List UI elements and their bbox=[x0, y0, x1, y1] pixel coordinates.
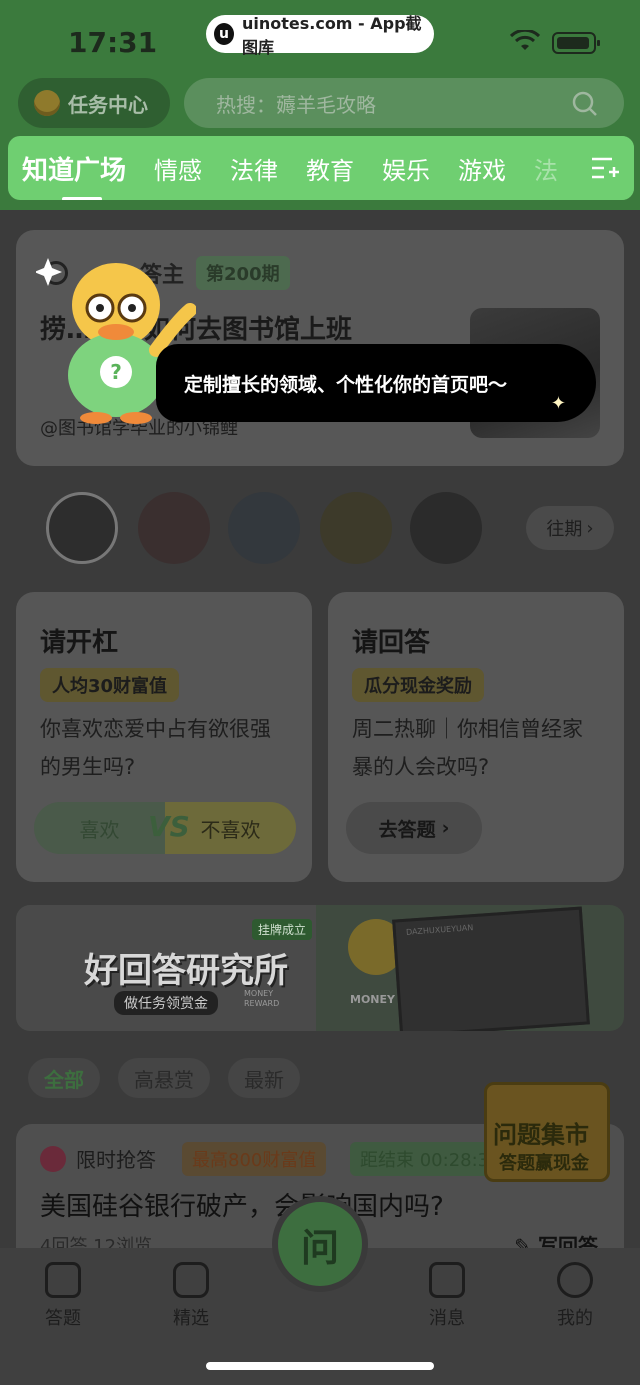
flash-icon bbox=[40, 1145, 66, 1172]
answerer-avatars: 往期 › bbox=[0, 492, 640, 568]
search-placeholder: 热搜：薅羊毛攻略 bbox=[216, 92, 376, 117]
flash-label: 限时抢答 bbox=[76, 1148, 156, 1172]
watermark-logo-icon: u bbox=[214, 23, 234, 45]
answer-question: 周二热聊｜你相信曾经家暴的人会改吗? bbox=[352, 717, 583, 779]
avatar[interactable] bbox=[320, 492, 392, 564]
banner-lab-label: DAZHUXUEYUAN bbox=[405, 923, 474, 937]
countdown-badge: 距结束 00:28:3 bbox=[350, 1142, 500, 1176]
edit-icon bbox=[45, 1262, 81, 1298]
message-icon bbox=[429, 1262, 465, 1298]
coin-icon bbox=[34, 90, 60, 116]
feed-filters: 全部 高悬赏 最新 bbox=[28, 1058, 300, 1098]
avatar[interactable] bbox=[46, 492, 118, 564]
status-bar: 17:31 u uinotes.com - App截图库 bbox=[0, 0, 640, 80]
answer-title: 请回答 bbox=[352, 628, 431, 658]
tab-manage-icon[interactable] bbox=[576, 136, 634, 200]
nav-profile-label: 我的 bbox=[557, 1308, 593, 1329]
banner-money-reward: MONEY REWARD bbox=[244, 989, 280, 1008]
avatar[interactable] bbox=[228, 492, 300, 564]
tab-next[interactable]: 法 bbox=[534, 151, 558, 186]
question-title: 美国硅谷银行破产，会影响国内吗? bbox=[40, 1192, 444, 1222]
debate-card[interactable]: 请开杠 人均30财富值 你喜欢恋爱中占有欲很强的男生吗? 喜欢 不喜欢 VS bbox=[16, 592, 312, 882]
research-banner[interactable]: 挂牌成立 好回答研究所 做任务领赏金 MONEY REWARD DAZHUXUE… bbox=[16, 905, 624, 1031]
filter-high-reward[interactable]: 高悬赏 bbox=[118, 1058, 210, 1098]
tab-game[interactable]: 游戏 bbox=[458, 151, 506, 186]
market-title: 问题集市 bbox=[493, 1121, 589, 1149]
debate-question: 你喜欢恋爱中占有欲很强的男生吗? bbox=[40, 717, 271, 779]
filter-latest[interactable]: 最新 bbox=[228, 1058, 300, 1098]
chevron-right-icon: › bbox=[441, 817, 450, 839]
tab-law[interactable]: 法律 bbox=[230, 151, 278, 186]
nav-answer-label: 答题 bbox=[45, 1308, 81, 1329]
list-add-icon bbox=[592, 157, 619, 179]
go-answer-button[interactable]: 去答题 › bbox=[346, 802, 482, 854]
question-market-badge[interactable]: 问题集市 答题赢现金 bbox=[484, 1082, 610, 1182]
answer-badge: 瓜分现金奖励 bbox=[352, 668, 484, 702]
go-answer-label: 去答题 bbox=[378, 818, 436, 841]
issue-badge: 第200期 bbox=[196, 256, 290, 290]
task-center-label: 任务中心 bbox=[68, 92, 148, 117]
answer-card[interactable]: 请回答 瓜分现金奖励 周二热聊｜你相信曾经家暴的人会改吗? 去答题 › bbox=[328, 592, 624, 882]
flash-answer: 限时抢答 bbox=[40, 1144, 156, 1173]
nav-featured[interactable]: 精选 bbox=[146, 1262, 236, 1330]
banner-title: 好回答研究所 bbox=[84, 951, 288, 991]
filter-all[interactable]: 全部 bbox=[28, 1058, 100, 1098]
chevron-right-icon: › bbox=[586, 517, 594, 539]
onboarding-tooltip[interactable]: 定制擅长的领域、个性化你的首页吧～ ✦ bbox=[156, 344, 596, 422]
task-center-button[interactable]: 任务中心 bbox=[18, 78, 170, 128]
vote-yes-button[interactable]: 喜欢 bbox=[34, 802, 165, 854]
tooltip-text: 定制擅长的领域、个性化你的首页吧～ bbox=[184, 373, 508, 396]
nav-messages[interactable]: 消息 bbox=[402, 1262, 492, 1330]
banner-subtitle: 做任务领赏金 bbox=[114, 991, 218, 1015]
profile-icon bbox=[557, 1262, 593, 1298]
wifi-icon bbox=[510, 30, 540, 50]
battery-icon bbox=[552, 32, 600, 54]
debate-badge: 人均30财富值 bbox=[40, 668, 180, 702]
category-tabs: 知道广场 情感 法律 教育 娱乐 游戏 法 bbox=[8, 136, 634, 200]
sparkle-icon: ✦ bbox=[550, 393, 566, 414]
market-subtitle: 答题赢现金 bbox=[499, 1153, 589, 1174]
search-icon bbox=[572, 91, 597, 116]
nav-messages-label: 消息 bbox=[429, 1308, 465, 1329]
tab-plaza[interactable]: 知道广场 bbox=[22, 150, 126, 200]
banner-tag: 挂牌成立 bbox=[252, 919, 313, 940]
search-input[interactable]: 热搜：薅羊毛攻略 bbox=[184, 78, 624, 128]
past-issues-button[interactable]: 往期 › bbox=[526, 506, 614, 550]
nav-answer[interactable]: 答题 bbox=[18, 1262, 108, 1330]
avatar[interactable] bbox=[410, 492, 482, 564]
tab-emotion[interactable]: 情感 bbox=[154, 151, 202, 186]
reward-badge: 最高800财富值 bbox=[182, 1142, 327, 1176]
watermark-text: uinotes.com - App截图库 bbox=[241, 14, 422, 57]
diamond-icon bbox=[173, 1262, 209, 1298]
debate-title: 请开杠 bbox=[40, 628, 119, 658]
ask-button[interactable]: 问 bbox=[272, 1196, 368, 1292]
banner-money-label: MONEY bbox=[350, 993, 395, 1006]
watermark-pill: u uinotes.com - App截图库 bbox=[206, 14, 434, 57]
past-issues-label: 往期 bbox=[546, 519, 583, 540]
home-indicator bbox=[206, 1362, 434, 1370]
vs-mark: VS bbox=[148, 810, 190, 843]
nav-featured-label: 精选 bbox=[173, 1308, 209, 1329]
tab-entertainment[interactable]: 娱乐 bbox=[382, 151, 430, 186]
mascot-badge-glyph: ? bbox=[110, 360, 122, 384]
banner-illustration: DAZHUXUEYUAN bbox=[392, 906, 590, 1031]
status-time: 17:31 bbox=[68, 26, 158, 59]
tab-education[interactable]: 教育 bbox=[306, 151, 354, 186]
avatar[interactable] bbox=[138, 492, 210, 564]
vote-bar: 喜欢 不喜欢 VS bbox=[34, 802, 296, 854]
nav-profile[interactable]: 我的 bbox=[530, 1262, 620, 1330]
